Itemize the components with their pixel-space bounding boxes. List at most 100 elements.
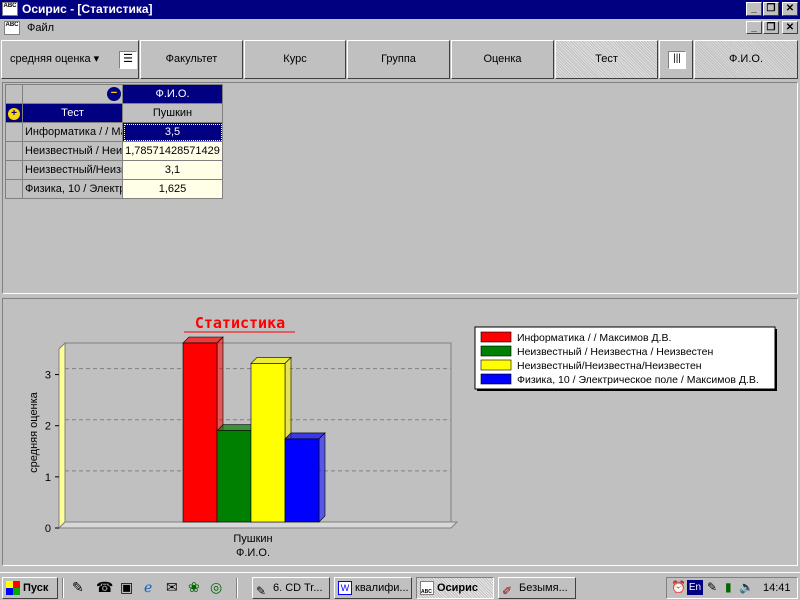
volume-icon[interactable]: 🔈: [739, 580, 754, 594]
cd-icon: ✎: [256, 584, 267, 598]
outlook-icon[interactable]: ✉: [166, 579, 178, 596]
network-icon[interactable]: ❀: [188, 579, 200, 596]
column-field-header[interactable]: Ф.И.О.: [122, 84, 223, 104]
bar-chart[interactable]: Статистика 0 1 2 3 средняя оценка Пушкин Ф.И.О.…: [3, 299, 797, 565]
dropdown-arrow-icon: ▾: [90, 53, 100, 65]
legend-swatch: [480, 373, 512, 385]
column-value-header[interactable]: Пушкин: [122, 103, 223, 123]
doc-restore-button[interactable]: ❐: [763, 21, 779, 34]
windows-logo-icon: [6, 581, 20, 595]
y-axis-label: средняя оценка: [28, 391, 40, 472]
columns-icon[interactable]: |||: [659, 40, 693, 79]
task-cd-button[interactable]: ✎ 6. CD Tr...: [252, 577, 330, 599]
value-cell[interactable]: 3,5: [122, 122, 223, 142]
bar-top: [182, 336, 224, 344]
row-label[interactable]: Физика, 10 / Электрическое поле / Максим…: [22, 179, 123, 199]
x-axis-label: Ф.И.О.: [236, 547, 270, 559]
quicklaunch-icon[interactable]: ✎: [72, 579, 84, 596]
y-tick-label: 1: [45, 472, 51, 484]
chart-left-wall: [58, 341, 66, 530]
legend-entry: Информатика / / Максимов Д.В.: [517, 332, 671, 344]
row-selector[interactable]: [5, 160, 23, 180]
row-label[interactable]: Неизвестный / Неизвестна / Неизвестен: [22, 141, 123, 161]
pivot-grid-pane[interactable]: − Ф.И.О. + Тест Пушкин Информатика / / М…: [2, 82, 798, 294]
row-label[interactable]: Информатика / / Максимов Д.В.: [22, 122, 123, 142]
title-bar[interactable]: ABC Осирис - [Статистика] _ ❐ ✕: [0, 0, 800, 19]
taskbar: Пуск ✎ ☎ ▣ ℯ ✉ ❀ ◎ ✎ 6. CD Tr... Wквалифи…: [0, 572, 800, 600]
app-icon-text: ABC: [3, 3, 17, 9]
bar: [182, 342, 218, 523]
field-group-button[interactable]: Группа: [347, 40, 450, 79]
bar: [250, 363, 286, 523]
field-toolbar: средняя оценка ▾ ☰ Факультет Курс Группа…: [0, 39, 800, 81]
y-tick-label: 0: [45, 523, 51, 535]
field-course-button[interactable]: Курс: [244, 40, 346, 79]
y-tick-label: 3: [45, 370, 51, 382]
row-field-header[interactable]: Тест: [22, 103, 123, 123]
battery-icon[interactable]: ▮: [725, 580, 732, 594]
row-selector[interactable]: [5, 141, 23, 161]
task-osiris-button[interactable]: ABC Осирис: [416, 577, 494, 599]
doc-close-button[interactable]: ✕: [782, 21, 798, 34]
task-paint-button[interactable]: ✐ Безымя...: [498, 577, 576, 599]
data-field-dropdown[interactable]: средняя оценка ▾ ☰: [1, 40, 139, 79]
x-tick-label: Пушкин: [233, 533, 272, 545]
expand-icon[interactable]: +: [8, 107, 20, 120]
chart-pane[interactable]: Статистика 0 1 2 3 средняя оценка Пушкин Ф.И.О.…: [2, 298, 798, 566]
quicklaunch-icon[interactable]: ☎: [96, 579, 113, 596]
legend-swatch: [480, 345, 512, 357]
pivot-table[interactable]: − Ф.И.О. + Тест Пушкин Информатика / / М…: [5, 84, 223, 199]
language-indicator[interactable]: En: [687, 580, 703, 595]
chart-title: Статистика: [195, 314, 285, 332]
app-icon[interactable]: ABC: [2, 2, 18, 16]
row-field-expander[interactable]: +: [5, 103, 23, 123]
field-grade-button[interactable]: Оценка: [451, 40, 554, 79]
window-title: Осирис - [Статистика]: [22, 2, 153, 16]
app-icon[interactable]: ◎: [210, 579, 222, 596]
restore-button[interactable]: ❐: [763, 2, 779, 16]
start-button[interactable]: Пуск: [2, 577, 58, 599]
paint-icon: ✐: [502, 584, 513, 598]
legend-swatch: [480, 331, 512, 343]
field-test-button[interactable]: Тест: [555, 40, 658, 79]
menu-file[interactable]: Файл: [27, 22, 54, 34]
collapse-icon[interactable]: −: [107, 87, 121, 101]
field-faculty-button[interactable]: Факультет: [140, 40, 243, 79]
list-icon[interactable]: ☰: [119, 51, 137, 69]
task-word-button[interactable]: Wквалифи...: [334, 577, 412, 599]
bar: [284, 438, 320, 523]
bar-top: [284, 432, 326, 440]
doc-minimize-button[interactable]: _: [746, 21, 762, 34]
column-field-expander[interactable]: −: [22, 84, 123, 104]
value-cell[interactable]: 1,78571428571429: [122, 141, 223, 161]
bar-side: [318, 432, 326, 523]
minimize-button[interactable]: _: [746, 2, 762, 16]
browser-icon[interactable]: ℯ: [144, 579, 152, 596]
value-cell[interactable]: 1,625: [122, 179, 223, 199]
legend-entry: Неизвестный / Неизвестна / Неизвестен: [517, 346, 713, 358]
row-label[interactable]: Неизвестный/Неизвестна/Неизвестен: [22, 160, 123, 180]
data-field-label: средняя оценка: [10, 53, 91, 65]
document-icon[interactable]: ABC: [4, 21, 20, 35]
legend-entry: Неизвестный/Неизвестна/Неизвестен: [517, 360, 702, 372]
scheduler-icon[interactable]: ⏰: [671, 580, 686, 594]
osiris-icon: ABC: [420, 581, 434, 595]
system-tray: ⏰ En ✎ ▮ 🔈 14:41: [666, 577, 798, 599]
corner-cell: [5, 84, 23, 104]
desktop-icon[interactable]: ▣: [120, 579, 133, 596]
legend-swatch: [480, 359, 512, 371]
tray-icon[interactable]: ✎: [707, 580, 717, 594]
row-selector[interactable]: [5, 122, 23, 142]
row-selector[interactable]: [5, 179, 23, 199]
value-cell[interactable]: 3,1: [122, 160, 223, 180]
legend-entry: Физика, 10 / Электрическое поле / Максим…: [517, 374, 759, 386]
menu-bar: ABC Файл _ ❐ ✕: [0, 19, 800, 39]
y-tick-label: 2: [45, 421, 51, 433]
chart-floor: [57, 521, 459, 529]
clock: 14:41: [763, 582, 791, 594]
bar-top: [250, 357, 292, 364]
close-button[interactable]: ✕: [782, 2, 798, 16]
bar: [216, 430, 252, 523]
word-icon: W: [338, 581, 352, 595]
field-fio-button[interactable]: Ф.И.О.: [694, 40, 798, 79]
